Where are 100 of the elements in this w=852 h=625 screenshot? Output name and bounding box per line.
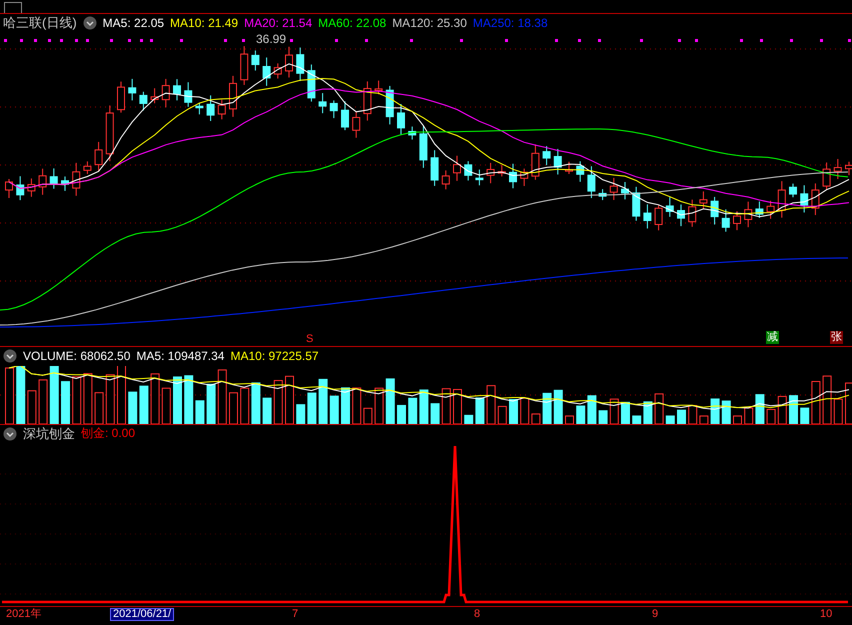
volume-bar xyxy=(285,376,294,424)
volume-bar xyxy=(822,376,832,424)
menu-box[interactable] xyxy=(4,2,22,13)
volume-bar xyxy=(722,400,731,424)
volume-bar xyxy=(318,378,328,424)
volume-bar xyxy=(50,366,59,424)
volume-bar xyxy=(565,416,574,424)
candlestick xyxy=(307,64,316,102)
volume-bar xyxy=(766,408,776,424)
volume-bar xyxy=(94,392,104,424)
volume-bar xyxy=(106,374,115,424)
candlestick xyxy=(643,204,652,229)
volume-bar xyxy=(621,402,630,424)
volume-bar xyxy=(554,390,563,424)
volume-bar xyxy=(83,373,92,424)
candlestick xyxy=(27,178,36,198)
volume-bar xyxy=(632,416,642,424)
volume-bar xyxy=(386,378,395,424)
candlestick xyxy=(229,75,237,118)
candlestick xyxy=(744,201,752,228)
collapse-icon[interactable] xyxy=(3,426,17,440)
volume-bar xyxy=(61,381,70,424)
candlestick xyxy=(72,162,80,196)
volume-bar xyxy=(5,368,14,424)
candlestick xyxy=(654,204,663,231)
volume-bar xyxy=(16,366,26,424)
candlestick xyxy=(486,162,495,184)
moving-average-value: MA5: 22.05 xyxy=(102,16,164,30)
candlestick xyxy=(778,180,786,218)
candlestick xyxy=(150,88,159,104)
candlestick xyxy=(442,170,450,190)
candlestick xyxy=(38,168,47,196)
candlestick xyxy=(576,160,584,182)
candlestick xyxy=(766,200,775,220)
volume-bar xyxy=(710,398,720,424)
indicator-value: 刨金: 0.00 xyxy=(81,425,136,442)
candlestick xyxy=(318,92,327,114)
volume-bar xyxy=(442,388,451,424)
volume-bar xyxy=(598,410,608,424)
collapse-icon[interactable] xyxy=(3,348,17,362)
date-label: 10 xyxy=(819,608,834,621)
volume-bar xyxy=(162,388,171,424)
volume-bar xyxy=(699,416,708,424)
candlestick xyxy=(666,196,674,218)
candlestick xyxy=(397,103,405,135)
volume-bar xyxy=(744,408,754,424)
candlestick xyxy=(162,78,170,108)
volume-bar xyxy=(464,414,474,424)
candlestick xyxy=(5,178,13,198)
candlestick xyxy=(139,91,148,111)
volume-bar xyxy=(173,376,182,424)
volume-bar xyxy=(576,406,586,424)
candlestick xyxy=(531,144,540,180)
volume-bar xyxy=(296,404,306,424)
volume-bar xyxy=(397,404,406,424)
volume-bar xyxy=(38,379,48,424)
candlestick xyxy=(430,150,439,186)
candlestick xyxy=(520,168,528,187)
signal-marker: S xyxy=(305,333,314,346)
volume-bar xyxy=(218,369,227,424)
candlestick xyxy=(598,188,607,201)
candlestick xyxy=(811,182,820,216)
candlestick xyxy=(800,184,808,213)
candlestick xyxy=(789,183,797,198)
candlestick xyxy=(722,208,730,232)
volume-bar xyxy=(733,416,742,424)
volume-bar xyxy=(251,382,260,424)
candlestick xyxy=(710,196,719,226)
candlestick xyxy=(475,169,484,186)
candlestick xyxy=(374,80,383,95)
volume-bar xyxy=(27,390,36,424)
volume-bar xyxy=(150,373,160,424)
candlestick xyxy=(733,210,741,231)
volume-bar xyxy=(778,396,787,424)
candlestick xyxy=(363,80,372,122)
volume-bar xyxy=(341,387,350,424)
candlestick xyxy=(677,204,685,227)
volume-bar xyxy=(811,381,820,424)
volume-bar xyxy=(419,390,428,424)
volume-value: MA5: 109487.34 xyxy=(136,348,224,362)
candlestick xyxy=(285,46,293,78)
collapse-icon[interactable] xyxy=(82,16,97,30)
date-label: 2021年 xyxy=(5,608,42,621)
candlestick xyxy=(610,177,618,200)
candlestick xyxy=(240,46,248,86)
candlestick xyxy=(587,166,596,199)
volume-bar xyxy=(755,394,764,424)
signal-marker: 减 xyxy=(766,331,779,344)
date-label: 9 xyxy=(651,608,660,621)
volume-bar xyxy=(453,389,462,424)
signal-marker: 张 xyxy=(830,331,843,344)
candlestick xyxy=(822,162,831,191)
candlestick xyxy=(554,148,562,175)
volume-bar xyxy=(307,392,316,424)
volume-bar xyxy=(330,396,339,424)
volume-bar xyxy=(587,395,596,424)
candlestick xyxy=(173,78,181,101)
candlestick xyxy=(128,78,136,101)
date-label: 2021/06/21/ xyxy=(110,608,174,621)
stock-title: 哈三联(日线) xyxy=(3,14,77,32)
